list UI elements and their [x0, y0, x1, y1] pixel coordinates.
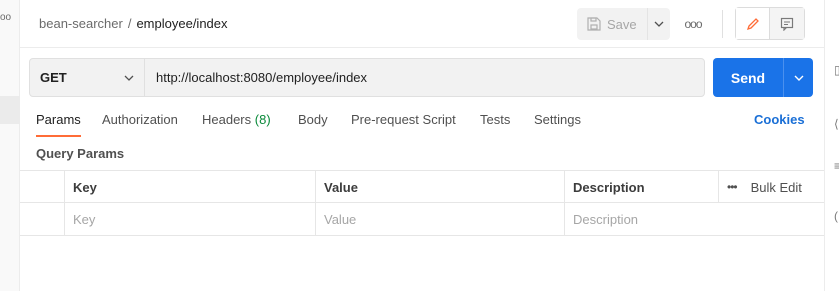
- save-label: Save: [607, 16, 637, 32]
- column-header-actions: ••• Bulk Edit: [718, 171, 824, 203]
- info-icon[interactable]: ≡: [834, 160, 839, 172]
- breadcrumb-request[interactable]: employee/index: [136, 16, 227, 31]
- row-checkbox-cell: [20, 203, 64, 235]
- request-header-bar: bean-searcher / employee/index Save ooo: [20, 0, 824, 48]
- comment-icon: [780, 17, 794, 31]
- sidebar-more-icon[interactable]: oo: [0, 12, 11, 23]
- param-description-input[interactable]: Description: [564, 203, 718, 235]
- query-params-title: Query Params: [36, 146, 125, 161]
- cookies-link[interactable]: Cookies: [754, 112, 805, 127]
- chevron-down-icon: [124, 75, 134, 81]
- toolbar-divider: [722, 10, 723, 38]
- headers-count-badge: (8): [254, 112, 271, 127]
- pencil-icon: [746, 17, 759, 30]
- table-header-row: Key Value Description ••• Bulk Edit: [20, 170, 824, 203]
- row-actions-cell: [718, 203, 824, 235]
- docs-icon[interactable]: ▯: [834, 64, 839, 76]
- active-tab-indicator: [36, 135, 81, 137]
- tab-tests[interactable]: Tests: [480, 112, 510, 138]
- column-header-key: Key: [64, 171, 315, 203]
- edit-mode-button[interactable]: [736, 8, 770, 39]
- tab-label: Authorization: [102, 112, 178, 127]
- bulk-edit-link[interactable]: Bulk Edit: [751, 180, 802, 195]
- param-key-input[interactable]: Key: [64, 203, 315, 235]
- method-select[interactable]: GET: [30, 59, 145, 96]
- save-button-group: Save: [577, 8, 670, 40]
- view-mode-toggle: [735, 7, 805, 40]
- tab-label: Settings: [534, 112, 581, 127]
- send-button[interactable]: Send: [713, 58, 783, 97]
- save-icon: [587, 17, 601, 31]
- sidebar-selected-item[interactable]: [0, 96, 20, 124]
- tab-settings[interactable]: Settings: [534, 112, 581, 138]
- tab-label: Tests: [480, 112, 511, 127]
- column-header-description: Description: [564, 171, 718, 203]
- breadcrumb-collection[interactable]: bean-searcher: [39, 16, 123, 31]
- url-bar: GET: [29, 58, 705, 97]
- chevron-down-icon: [654, 21, 664, 27]
- header-checkbox-cell: [20, 171, 64, 203]
- param-value-input[interactable]: Value: [315, 203, 564, 235]
- tab-body[interactable]: Body: [298, 112, 328, 138]
- breadcrumb: bean-searcher / employee/index: [39, 16, 228, 31]
- save-button[interactable]: Save: [577, 8, 647, 40]
- tab-pre-request-script[interactable]: Pre-request Script: [351, 112, 456, 138]
- code-icon[interactable]: ⟨: [834, 118, 839, 130]
- send-button-group: Send: [713, 58, 813, 97]
- tab-params[interactable]: Params: [36, 112, 81, 138]
- save-options-button[interactable]: [647, 8, 670, 40]
- tab-label: Headers: [202, 112, 252, 127]
- comments-mode-button[interactable]: [770, 8, 804, 39]
- right-sidebar: ▯ ⟨ ≡ (: [824, 0, 839, 291]
- tab-label: Body: [298, 112, 328, 127]
- tab-label: Params: [36, 112, 81, 127]
- breadcrumb-separator: /: [127, 16, 132, 31]
- more-icon[interactable]: ooo: [680, 14, 706, 34]
- tab-headers[interactable]: Headers (8): [202, 112, 271, 138]
- url-input[interactable]: [145, 59, 704, 96]
- tab-authorization[interactable]: Authorization: [102, 112, 178, 138]
- column-header-value: Value: [315, 171, 564, 203]
- chevron-down-icon: [794, 75, 803, 81]
- related-icon[interactable]: (: [834, 210, 838, 222]
- tab-label: Pre-request Script: [351, 112, 456, 127]
- query-params-table: Key Value Description ••• Bulk Edit Key …: [20, 170, 824, 236]
- table-row: Key Value Description: [20, 203, 824, 236]
- more-icon[interactable]: •••: [727, 180, 738, 194]
- method-label: GET: [40, 70, 67, 85]
- send-options-button[interactable]: [783, 58, 813, 97]
- left-sidebar: oo: [0, 0, 20, 291]
